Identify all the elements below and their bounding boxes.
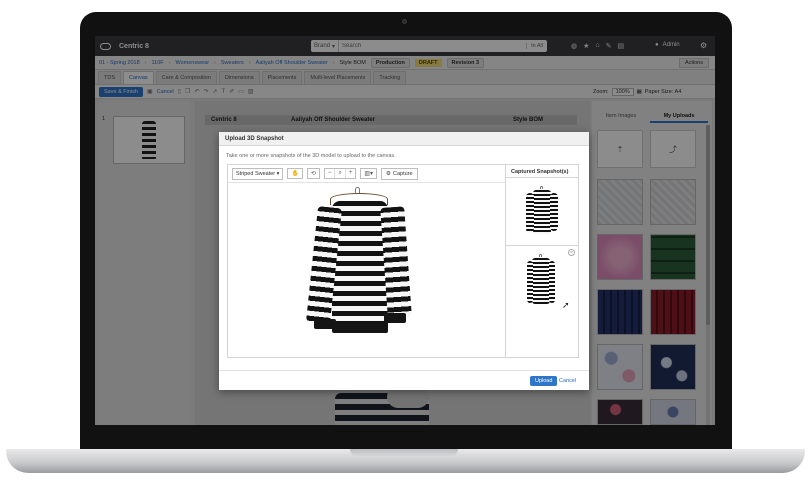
3d-sweater-model[interactable] [304, 187, 414, 337]
camera-icon [402, 19, 407, 24]
gear-icon: ⚙ [386, 170, 391, 177]
rotate-icon[interactable]: ⟲ [308, 169, 319, 178]
sweater-hem [332, 323, 388, 333]
capture-label: Capture [392, 170, 413, 177]
dialog-instructions: Take one or more snapshots of the 3D mod… [226, 153, 396, 159]
captured-snapshots: Captured Snapshot(s) × ➚ [505, 165, 579, 357]
sweater-right-sleeve [549, 261, 555, 303]
viewer-toolbar: Striped Sweater ▾ ✋ ⟲ − ⌕ + ▥▾ ⚙ Capture [228, 165, 505, 183]
capture-button[interactable]: ⚙ Capture [381, 167, 418, 180]
view-icon[interactable]: ▥▾ [361, 169, 376, 178]
snapshot-sweater [524, 186, 560, 238]
hanger-hook [540, 186, 543, 189]
upload-button[interactable]: Upload [530, 376, 558, 386]
snapshot-item[interactable]: × ➚ [506, 245, 579, 313]
chevron-down-icon: ▾ [276, 170, 280, 177]
model-select[interactable]: Striped Sweater ▾ [232, 167, 284, 180]
snapshot-sweater [526, 254, 556, 308]
snapshot-item[interactable] [506, 177, 579, 245]
close-icon[interactable]: × [568, 249, 575, 256]
mouse-cursor-icon: ➚ [562, 300, 570, 310]
dialog-cancel-button[interactable]: Cancel [559, 378, 576, 384]
sweater-body [533, 190, 551, 234]
captured-title: Captured Snapshot(s) [511, 169, 569, 175]
sweater-cuff [384, 313, 406, 323]
rotate-tool-group: ⟲ [306, 168, 320, 179]
screen: Centric 8 Brand ▾ In All ◍ ★ ⌂ ✎ ▤ ● Adm… [95, 36, 715, 425]
upload-3d-snapshot-dialog: Upload 3D Snapshot Take one or more snap… [219, 132, 589, 390]
zoom-out-icon[interactable]: − [325, 169, 336, 178]
laptop-notch [350, 449, 458, 457]
dialog-footer-divider [219, 370, 589, 371]
hand-icon[interactable]: ✋ [288, 169, 301, 178]
sweater-body [532, 258, 550, 304]
magnifier-icon[interactable]: ⌕ [335, 169, 346, 178]
hanger-hook [539, 254, 542, 257]
sweater-left-sleeve [527, 261, 533, 303]
zoom-in-icon[interactable]: + [346, 169, 356, 178]
dialog-title: Upload 3D Snapshot [219, 132, 589, 146]
model-select-value: Striped Sweater [236, 170, 276, 177]
3d-viewer: Striped Sweater ▾ ✋ ⟲ − ⌕ + ▥▾ ⚙ Capture… [227, 164, 579, 358]
hand-tool-group: ✋ [287, 168, 303, 179]
zoom-tool-group: − ⌕ + [323, 168, 357, 179]
sweater-left-sleeve [526, 193, 534, 233]
sweater-right-sleeve [550, 193, 558, 231]
view-tool-group: ▥▾ [360, 168, 378, 179]
